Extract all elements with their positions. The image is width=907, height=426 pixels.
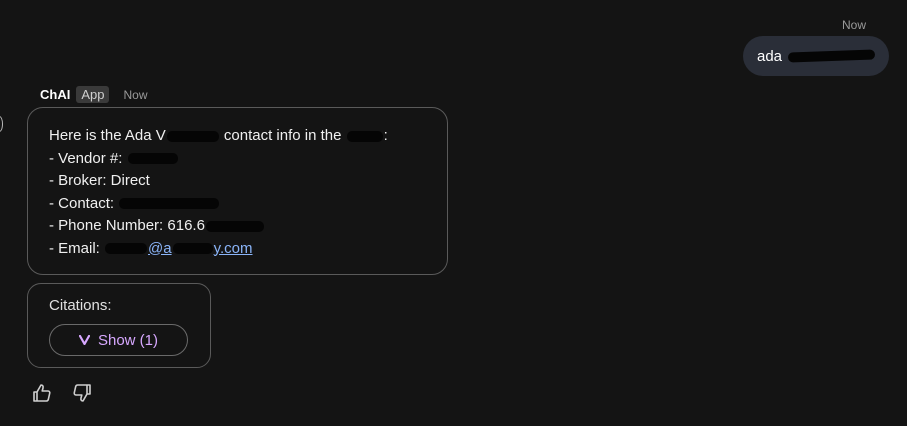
app-badge: App — [76, 86, 110, 103]
bot-header: ChAI App Now — [40, 86, 148, 103]
message-line-email: - Email: @a y.com — [49, 238, 426, 261]
message-line-intro: Here is the Ada V contact info in the : — [49, 125, 426, 148]
message-line-phone: - Phone Number: 616.6 — [49, 215, 426, 238]
thumbs-up-icon[interactable] — [32, 383, 52, 408]
show-citations-label: Show (1) — [97, 331, 159, 349]
user-message-text: ada — [757, 47, 783, 65]
contact-label: - Contact: — [49, 194, 115, 212]
chat-view: Now ada ChAI App Now Here is the Ada V c… — [0, 0, 907, 426]
vendor-label: - Vendor #: — [49, 149, 123, 167]
redaction-mark — [346, 130, 383, 142]
message-line-vendor: - Vendor #: — [49, 148, 426, 171]
citations-card: Citations: Show (1) — [27, 283, 211, 368]
redaction-mark — [205, 220, 264, 232]
email-fragment: y.com — [213, 239, 253, 257]
thumbs-down-icon[interactable] — [72, 383, 92, 408]
feedback-bar — [32, 383, 92, 408]
bot-name: ChAI — [40, 87, 71, 102]
redaction-mark — [166, 130, 219, 142]
redaction-mark — [127, 153, 178, 165]
chevron-down-icon — [78, 335, 90, 345]
message-text: contact info in the — [223, 127, 342, 144]
redaction-mark — [172, 243, 213, 255]
bot-message-time: Now — [123, 87, 148, 102]
redaction-mark — [787, 49, 876, 63]
message-line-broker: - Broker: Direct — [49, 170, 426, 193]
broker-text: - Broker: Direct — [49, 172, 150, 189]
user-message-time: Now — [841, 18, 866, 32]
message-line-contact: - Contact: — [49, 193, 426, 216]
phone-label: - Phone Number: 616.6 — [49, 217, 205, 234]
bot-message-card: Here is the Ada V contact info in the : … — [27, 107, 448, 275]
user-message-bubble: ada — [743, 36, 889, 76]
scroll-edge-indicator — [0, 116, 3, 132]
email-label: - Email: — [49, 239, 100, 257]
message-text: : — [383, 127, 388, 144]
email-fragment: @a — [148, 239, 172, 257]
show-citations-button[interactable]: Show (1) — [49, 324, 188, 356]
citations-label: Citations: — [49, 297, 112, 314]
message-text: Here is the Ada V — [49, 127, 166, 144]
email-link[interactable]: @a y.com — [104, 239, 253, 257]
redaction-mark — [105, 243, 148, 255]
redaction-mark — [119, 198, 220, 210]
